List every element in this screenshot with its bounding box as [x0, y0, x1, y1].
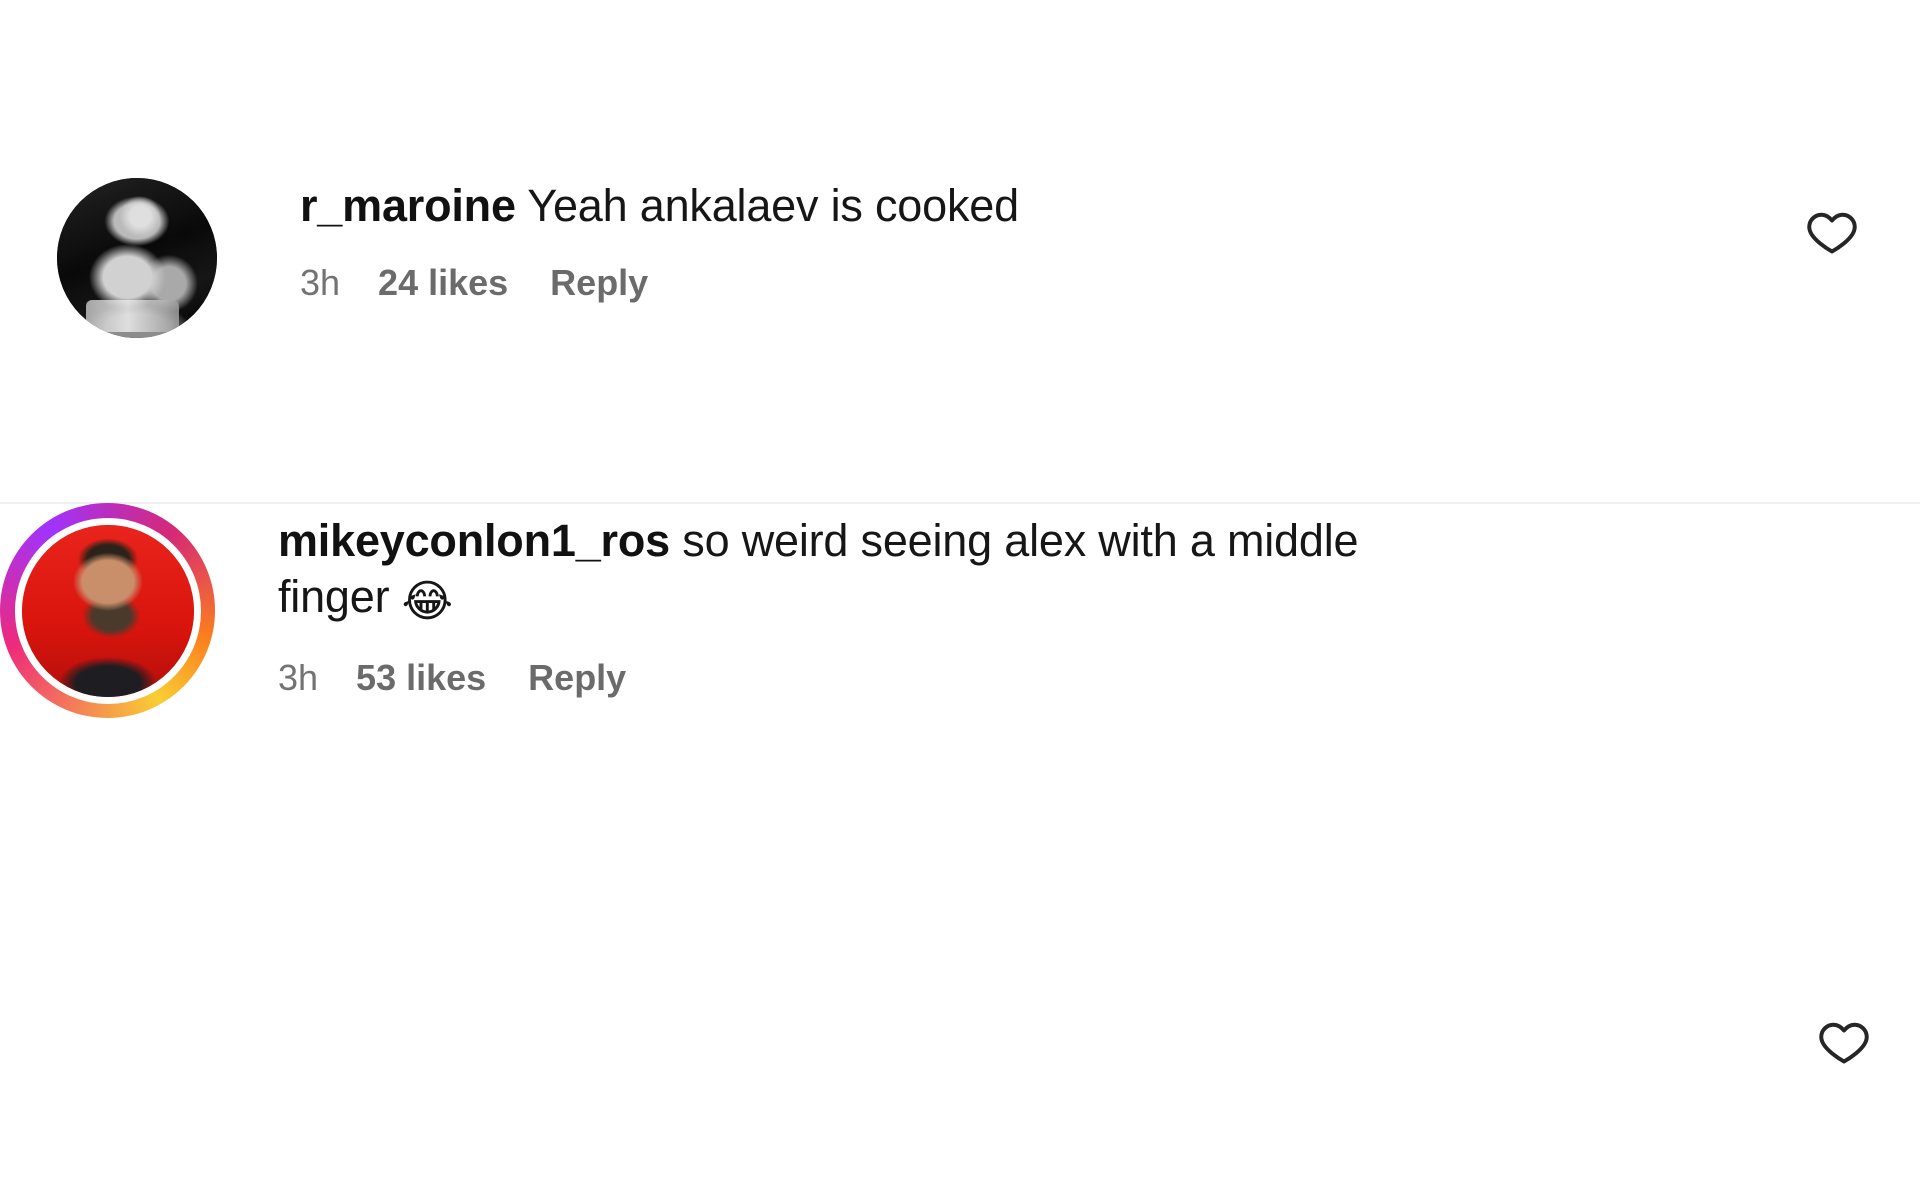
- comment-item: mikeyconlon1_ros so weird seeing alex wi…: [0, 503, 1920, 1064]
- heart-outline-icon[interactable]: [1804, 206, 1860, 262]
- comment-reply-button[interactable]: Reply: [528, 657, 626, 699]
- comment-body: mikeyconlon1_ros so weird seeing alex wi…: [278, 513, 1920, 699]
- avatar[interactable]: [57, 178, 217, 338]
- comment-text: mikeyconlon1_ros so weird seeing alex wi…: [278, 513, 1368, 629]
- laughing-emoji-icon: 😂: [401, 576, 453, 626]
- story-ring[interactable]: [0, 503, 215, 718]
- comment-username[interactable]: mikeyconlon1_ros: [278, 515, 670, 566]
- comment-body: r_maroine Yeah ankalaev is cooked 3h 24 …: [300, 178, 1920, 304]
- comment-list: r_maroine Yeah ankalaev is cooked 3h 24 …: [0, 0, 1920, 1064]
- avatar-image[interactable]: [57, 178, 217, 338]
- avatar-photo-red: [21, 524, 194, 697]
- comment-username[interactable]: r_maroine: [300, 180, 516, 231]
- comment-likes-count[interactable]: 53 likes: [356, 657, 486, 699]
- comment-timestamp: 3h: [300, 261, 341, 303]
- avatar-photo-grayscale: [57, 178, 217, 338]
- comment-item: r_maroine Yeah ankalaev is cooked 3h 24 …: [0, 0, 1920, 504]
- comment-meta: 3h 53 likes Reply: [278, 657, 1920, 699]
- comment-timestamp: 3h: [278, 657, 319, 699]
- comment-meta: 3h 24 likes Reply: [300, 262, 1920, 304]
- avatar-image[interactable]: [21, 524, 194, 697]
- comment-text: r_maroine Yeah ankalaev is cooked: [300, 178, 1390, 234]
- comments-screen: r_maroine Yeah ankalaev is cooked 3h 24 …: [0, 0, 1920, 1200]
- comment-reply-button[interactable]: Reply: [550, 262, 648, 304]
- comment-likes-count[interactable]: 24 likes: [378, 262, 508, 304]
- comment-message: Yeah ankalaev is cooked: [515, 180, 1019, 231]
- avatar[interactable]: [0, 503, 215, 718]
- story-ring-inner: [14, 517, 201, 704]
- heart-outline-icon[interactable]: [1816, 1016, 1872, 1072]
